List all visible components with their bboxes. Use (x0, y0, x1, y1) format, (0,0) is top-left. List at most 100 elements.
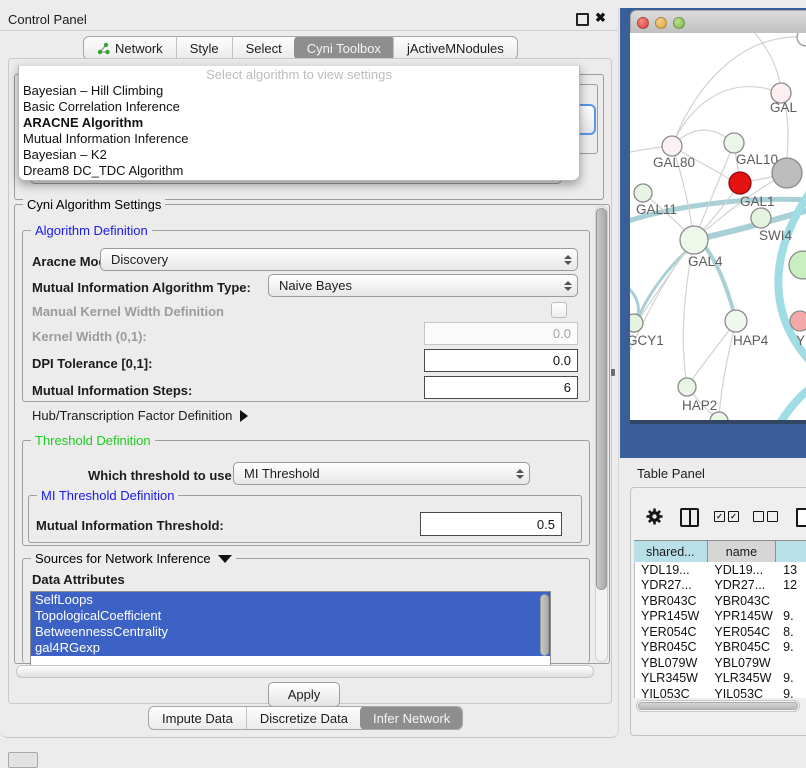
table-cell[interactable]: YBR043C (708, 594, 777, 608)
table-cell[interactable]: 13 (777, 563, 806, 577)
table-row[interactable]: YER054CYER054C8. (635, 624, 806, 640)
network-node[interactable] (797, 33, 806, 46)
mi-threshold-field[interactable]: 0.5 (420, 512, 562, 536)
network-node-gal80[interactable] (662, 136, 682, 156)
table-cell[interactable]: 8. (777, 625, 806, 639)
table-row[interactable]: YPR145WYPR145W9. (635, 609, 806, 625)
algorithm-list-item[interactable]: Mutual Information Inference (19, 131, 579, 147)
float-window-icon[interactable] (576, 13, 589, 26)
table-cell[interactable]: YBR045C (635, 640, 708, 654)
network-node[interactable] (772, 158, 802, 188)
table-cell[interactable]: YBL079W (708, 656, 777, 670)
table-cell[interactable]: YDL19... (635, 563, 708, 577)
algorithm-list-item[interactable]: Dream8 DC_TDC Algorithm (19, 163, 579, 179)
settings-horizontal-scrollbar[interactable] (16, 665, 594, 678)
tab-style[interactable]: Style (176, 37, 232, 59)
table-cell[interactable]: YDR27... (635, 578, 708, 592)
tab-discretize-data[interactable]: Discretize Data (246, 707, 361, 729)
table-cell[interactable]: YPR145W (635, 609, 708, 623)
table-cell[interactable]: YPR145W (708, 609, 777, 623)
manual-kernel-checkbox[interactable] (551, 302, 567, 318)
table-row[interactable]: YBL079WYBL079W (635, 655, 806, 671)
tab-jactivemnodules[interactable]: jActiveMNodules (393, 37, 517, 59)
network-edge[interactable] (694, 143, 734, 240)
table-cell[interactable]: YIL053C (635, 687, 708, 698)
hub-section-toggle[interactable]: Hub/Transcription Factor Definition (32, 408, 248, 423)
tab-infer-network[interactable]: Infer Network (360, 706, 463, 730)
tab-impute-data[interactable]: Impute Data (149, 707, 246, 729)
data-attributes-list[interactable]: SelfLoopsTopologicalCoefficientBetweenne… (30, 591, 551, 667)
network-node-gal11[interactable] (634, 184, 652, 202)
network-node-gal4[interactable] (680, 226, 708, 254)
column-header-name[interactable]: name (708, 541, 777, 563)
attributes-scrollbar-thumb[interactable] (540, 594, 549, 656)
close-traffic-light[interactable] (637, 17, 649, 29)
unchecked-pair-icon[interactable] (753, 511, 781, 522)
data-attribute-item[interactable]: SelfLoops (31, 592, 550, 608)
network-window-titlebar[interactable] (630, 10, 806, 34)
mi-type-combobox[interactable]: Naive Bayes (268, 274, 578, 297)
table-cell[interactable]: YLR345W (708, 671, 777, 685)
network-node-hap2[interactable] (678, 378, 696, 396)
table-cell[interactable]: 12 (777, 578, 806, 592)
table-row[interactable]: YDR27...YDR27...12 (635, 578, 806, 594)
which-threshold-combobox[interactable]: MI Threshold (233, 462, 530, 485)
settings-scrollbar-thumb[interactable] (596, 208, 607, 590)
network-edge[interactable] (780, 377, 806, 420)
table-cell[interactable]: 9. (777, 687, 806, 698)
column-header-clipped[interactable] (776, 541, 806, 563)
network-node-y[interactable] (790, 311, 806, 331)
tab-cyni-toolbox[interactable]: Cyni Toolbox (294, 36, 394, 60)
mi-steps-field[interactable]: 6 (424, 376, 578, 399)
column-header-shared-name[interactable]: shared... (634, 541, 708, 563)
kernel-width-field[interactable]: 0.0 (424, 322, 578, 345)
algorithm-list-item[interactable]: ARACNE Algorithm (19, 115, 579, 131)
tab-select[interactable]: Select (232, 37, 295, 59)
table-horizontal-scrollbar[interactable] (636, 700, 800, 712)
aracne-mode-combobox[interactable]: Discovery (100, 248, 578, 271)
dpi-tolerance-field[interactable]: 0.0 (424, 349, 578, 372)
network-node[interactable] (789, 251, 806, 279)
table-cell[interactable]: YDR27... (708, 578, 777, 592)
network-node-gal1[interactable] (729, 172, 751, 194)
gear-icon[interactable] (644, 506, 664, 526)
data-attribute-item[interactable]: gal4RGexp (31, 640, 550, 656)
network-node[interactable] (710, 412, 728, 420)
table-cell[interactable]: YDL19... (708, 563, 777, 577)
file-icon[interactable] (796, 508, 806, 527)
network-edge[interactable] (750, 33, 780, 83)
minimize-traffic-light[interactable] (655, 17, 667, 29)
table-cell[interactable]: YLR345W (635, 671, 708, 685)
network-node-gal10[interactable] (724, 133, 744, 153)
table-row[interactable]: YDL19...YDL19...13 (635, 562, 806, 578)
table-row[interactable]: YBR045CYBR045C9. (635, 640, 806, 656)
collapsed-panel-button[interactable] (8, 752, 38, 768)
table-cell[interactable]: YBR043C (635, 594, 708, 608)
network-node-swi4[interactable] (751, 208, 771, 228)
table-cell[interactable]: YER054C (708, 625, 777, 639)
tab-network[interactable]: Network (84, 37, 176, 59)
table-cell[interactable]: 9. (777, 671, 806, 685)
split-columns-icon[interactable] (680, 508, 699, 527)
table-cell[interactable]: YIL053C (708, 687, 777, 698)
sources-group-title-wrap[interactable]: Sources for Network Inference (31, 551, 236, 566)
zoom-traffic-light[interactable] (673, 17, 685, 29)
table-cell[interactable]: 9. (777, 640, 806, 654)
table-cell[interactable]: YER054C (635, 625, 708, 639)
data-attribute-item[interactable]: TopologicalCoefficient (31, 608, 550, 624)
table-cell[interactable]: 9. (777, 609, 806, 623)
table-row[interactable]: YLR345WYLR345W9. (635, 671, 806, 687)
close-icon[interactable]: ✖ (595, 10, 606, 26)
network-node-gcy1[interactable] (630, 314, 643, 332)
table-row[interactable]: YIL053CYIL053C9. (635, 686, 806, 698)
algorithm-list-item[interactable]: Bayesian – Hill Climbing (19, 83, 579, 99)
table-cell[interactable]: YBR045C (708, 640, 777, 654)
panel-divider-grip[interactable] (611, 369, 615, 376)
table-row[interactable]: YBR043CYBR043C (635, 593, 806, 609)
checked-pair-icon[interactable]: ✓✓ (714, 511, 742, 522)
table-horizontal-scrollbar-thumb[interactable] (638, 702, 798, 710)
algorithm-list-item[interactable]: Bayesian – K2 (19, 147, 579, 163)
network-canvas[interactable]: GALGAL80GAL10GAL1GAL11SWI4GAL4GCY1HAP4YH… (630, 33, 806, 420)
network-node-hap4[interactable] (725, 310, 747, 332)
algorithm-list-item[interactable]: Basic Correlation Inference (19, 99, 579, 115)
